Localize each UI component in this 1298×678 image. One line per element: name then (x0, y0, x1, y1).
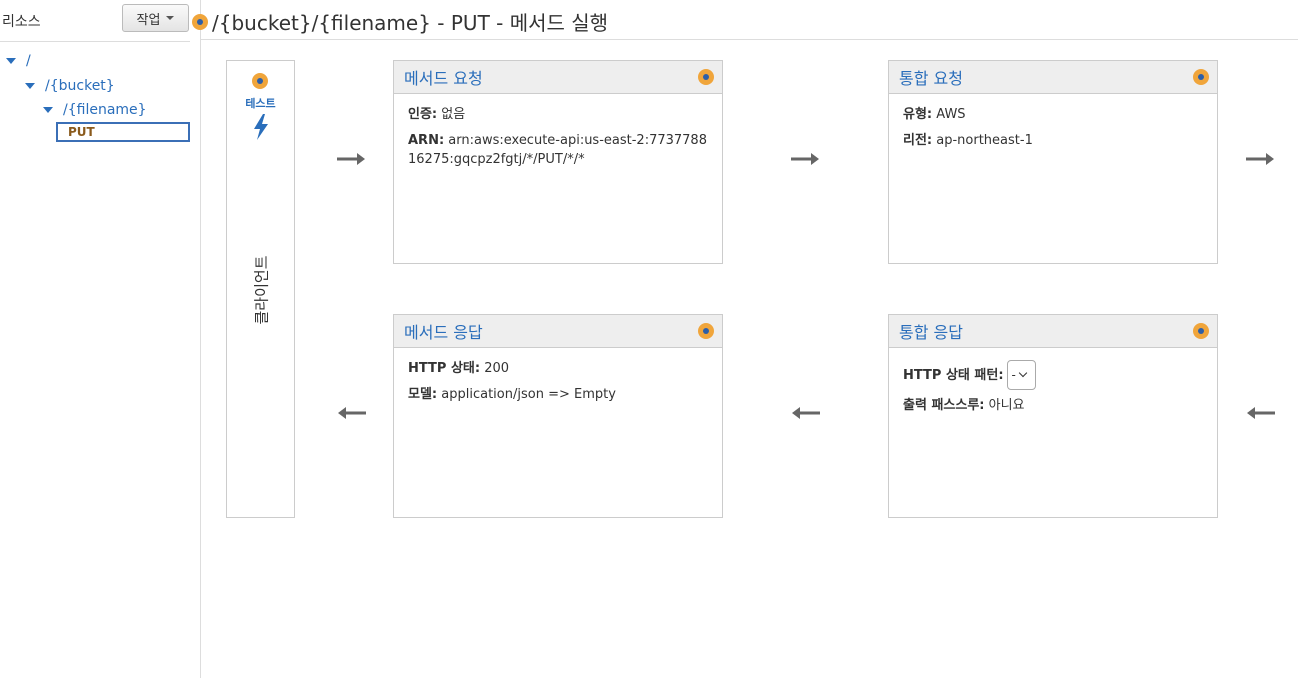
expand-triangle-icon[interactable] (6, 58, 16, 64)
arn-label: ARN: (408, 133, 445, 148)
info-dot-icon[interactable] (252, 73, 268, 89)
info-dot-icon[interactable] (698, 69, 714, 85)
test-link[interactable]: 테스트 (227, 95, 294, 111)
panel-header: 메서드 응답 (394, 315, 722, 348)
region-label: 리전: (903, 133, 933, 148)
arrow-right-icon (1246, 153, 1274, 165)
arrow-right-icon (791, 153, 819, 165)
page-title: /{bucket}/{filename} - PUT - 메서드 실행 (212, 11, 609, 35)
model-value: application/json => Empty (441, 387, 616, 402)
model-row: 모델: application/json => Empty (408, 385, 708, 404)
status-row: HTTP 상태: 200 (408, 359, 708, 378)
panel-header: 메서드 요청 (394, 61, 722, 94)
arrow-left-icon (338, 407, 366, 419)
lightning-bolt-icon[interactable] (252, 114, 270, 140)
panel-body: HTTP 상태 패턴: - 출력 패스스루: 아니요 (889, 348, 1217, 433)
tree-item-filename[interactable]: /{filename} (43, 102, 147, 118)
auth-row: 인증: 없음 (408, 105, 708, 124)
integration-request-panel: 통합 요청 유형: AWS 리전: ap-northeast-1 (888, 60, 1218, 264)
panel-body: 인증: 없음 ARN: arn:aws:execute-api:us-east-… (394, 94, 722, 187)
tree-item-label[interactable]: / (26, 53, 31, 69)
sidebar-title: 리소스 (2, 14, 41, 30)
status-label: HTTP 상태: (408, 361, 481, 376)
arn-value: arn:aws:execute-api:us-east-2:7737788162… (408, 133, 707, 167)
expand-triangle-icon[interactable] (43, 107, 53, 113)
tree-item-method-put[interactable]: PUT (56, 122, 190, 142)
panel-body: HTTP 상태: 200 모델: application/json => Emp… (394, 348, 722, 422)
region-row: 리전: ap-northeast-1 (903, 131, 1203, 150)
status-pattern-value: - (1011, 367, 1016, 382)
client-label: 클라이언트 (252, 255, 271, 325)
resources-sidebar: 리소스 작업 / /{bucket} /{filename} PUT (0, 0, 201, 678)
caret-down-icon (166, 16, 175, 20)
arrow-left-icon (1247, 407, 1275, 419)
passthrough-value: 아니요 (988, 398, 1025, 413)
type-value: AWS (936, 107, 966, 122)
actions-label: 작업 (136, 12, 161, 28)
auth-value: 없음 (441, 107, 466, 122)
type-row: 유형: AWS (903, 105, 1203, 124)
panel-header: 통합 요청 (889, 61, 1217, 94)
method-request-panel: 메서드 요청 인증: 없음 ARN: arn:aws:execute-api:u… (393, 60, 723, 264)
chevron-down-icon (1018, 368, 1028, 378)
page-header: /{bucket}/{filename} - PUT - 메서드 실행 (192, 7, 608, 36)
method-response-panel: 메서드 응답 HTTP 상태: 200 모델: application/json… (393, 314, 723, 518)
region-value: ap-northeast-1 (936, 133, 1033, 148)
type-label: 유형: (903, 107, 933, 122)
header-divider (201, 39, 1298, 40)
integration-request-link[interactable]: 통합 요청 (899, 65, 963, 89)
info-dot-icon[interactable] (192, 13, 208, 30)
arrow-left-icon (792, 407, 820, 419)
info-dot-icon[interactable] (698, 323, 714, 339)
integration-response-panel: 통합 응답 HTTP 상태 패턴: - 출력 패스스루: 아니요 (888, 314, 1218, 518)
passthrough-label: 출력 패스스루: (903, 398, 985, 413)
client-column: 테스트 클라이언트 (226, 60, 295, 518)
actions-dropdown-button[interactable]: 작업 (122, 4, 189, 32)
model-label: 모델: (408, 387, 438, 402)
info-dot-icon[interactable] (1193, 323, 1209, 339)
info-dot-icon[interactable] (1193, 69, 1209, 85)
auth-label: 인증: (408, 107, 438, 122)
tree-item-label[interactable]: /{filename} (63, 102, 147, 118)
status-pattern-select[interactable]: - (1006, 360, 1036, 390)
integration-response-link[interactable]: 통합 응답 (899, 319, 963, 343)
passthrough-row: 출력 패스스루: 아니요 (903, 396, 1203, 415)
status-pattern-label: HTTP 상태 패턴: (903, 367, 1004, 383)
status-value: 200 (484, 361, 510, 376)
expand-triangle-icon[interactable] (25, 83, 35, 89)
status-pattern-row: HTTP 상태 패턴: - (903, 360, 1203, 390)
tree-item-root[interactable]: / (6, 53, 31, 69)
panel-header: 통합 응답 (889, 315, 1217, 348)
tree-item-label[interactable]: /{bucket} (45, 78, 115, 94)
method-response-link[interactable]: 메서드 응답 (404, 319, 483, 343)
panel-body: 유형: AWS 리전: ap-northeast-1 (889, 94, 1217, 168)
sidebar-header: 리소스 작업 (0, 0, 190, 42)
arn-row: ARN: arn:aws:execute-api:us-east-2:77377… (408, 131, 708, 169)
tree-item-bucket[interactable]: /{bucket} (25, 78, 115, 94)
method-request-link[interactable]: 메서드 요청 (404, 65, 483, 89)
arrow-right-icon (337, 153, 365, 165)
